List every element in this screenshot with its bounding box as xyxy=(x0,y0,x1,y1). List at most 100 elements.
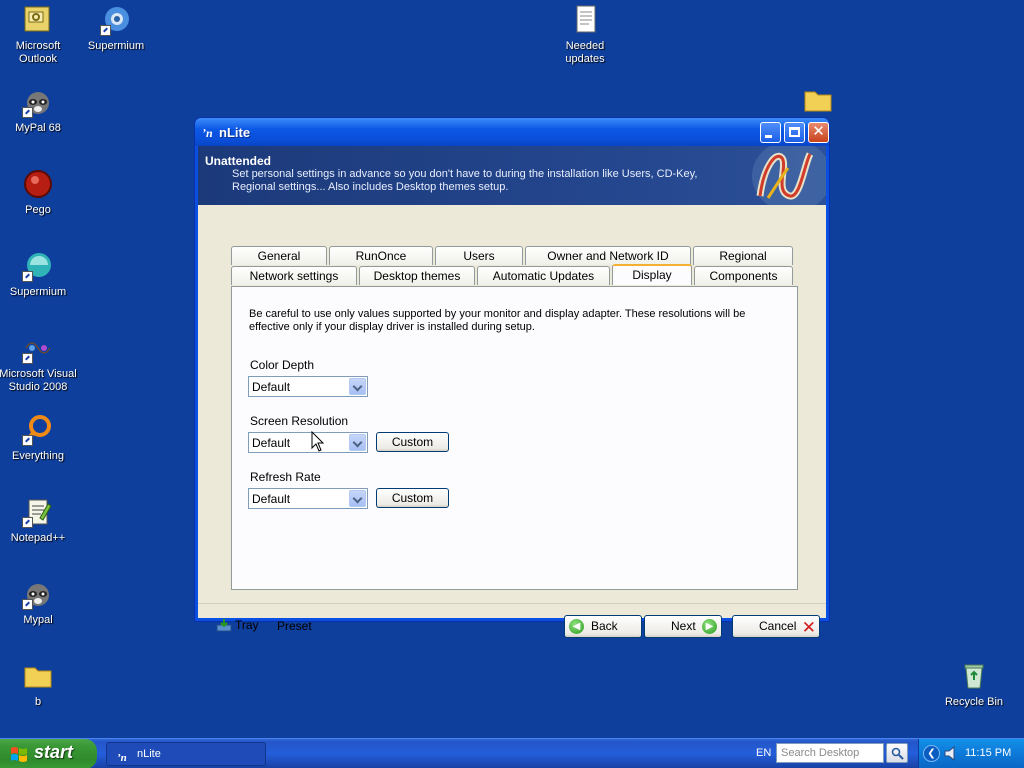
desktop-icon-mypal68[interactable]: MyPal 68 xyxy=(0,86,78,135)
desktop-icon-everything[interactable]: Everything xyxy=(0,414,78,463)
tab-regional[interactable]: Regional xyxy=(693,246,793,265)
minimize-button[interactable] xyxy=(760,122,781,143)
start-label: start xyxy=(34,742,74,762)
taskbar-button-nlite[interactable]: ʼn nLite xyxy=(106,742,266,766)
mouse-cursor-icon xyxy=(311,431,325,452)
tab-users[interactable]: Users xyxy=(435,246,523,265)
cancel-button[interactable]: Cancel ✕ xyxy=(732,615,820,638)
back-button[interactable]: ◀ Back xyxy=(564,615,642,638)
desktop-icon-label: Notepad++ xyxy=(10,532,66,544)
back-label: Back xyxy=(591,619,618,633)
chevron-down-icon[interactable] xyxy=(349,434,366,451)
page-header: Unattended Set personal settings in adva… xyxy=(198,146,826,205)
notepad-plus-plus-icon xyxy=(22,496,54,528)
refresh-rate-select[interactable]: Default xyxy=(248,488,368,509)
raccoon-icon xyxy=(22,86,54,118)
taskbar-button-label: nLite xyxy=(137,748,161,760)
screen-resolution-value: Default xyxy=(252,436,291,450)
back-arrow-icon: ◀ xyxy=(569,619,584,634)
desktop-icon-folder-b[interactable]: b xyxy=(0,660,78,709)
minimize-icon xyxy=(765,135,772,138)
screen-resolution-custom-button[interactable]: Custom xyxy=(376,432,449,452)
desktop-icon-label: Microsoft Visual Studio 2008 xyxy=(0,368,77,393)
display-notice: Be careful to use only values supported … xyxy=(249,308,746,333)
window-client: Unattended Set personal settings in adva… xyxy=(198,146,826,638)
next-label: Next xyxy=(671,619,696,633)
search-desktop-input[interactable]: Search Desktop xyxy=(776,743,884,763)
speaker-icon[interactable] xyxy=(944,746,958,761)
next-arrow-icon: ▶ xyxy=(702,619,717,634)
tray-icon xyxy=(216,619,232,632)
tab-runonce[interactable]: RunOnce xyxy=(329,246,433,265)
tab-automatic-updates[interactable]: Automatic Updates xyxy=(477,266,610,285)
cancel-label: Cancel xyxy=(759,619,797,633)
nlite-app-icon: ʼn xyxy=(117,752,127,764)
desktop-icon-visual-studio[interactable]: Microsoft Visual Studio 2008 xyxy=(0,332,78,394)
next-button[interactable]: Next ▶ xyxy=(644,615,722,638)
desktop-icon-label: Everything xyxy=(12,450,64,462)
desktop-icon-label: Recycle Bin xyxy=(944,696,1004,708)
desktop-icon-label: Needed updates xyxy=(565,40,605,65)
desktop-icon-label: Pego xyxy=(25,204,51,216)
screen-resolution-select[interactable]: Default xyxy=(248,432,368,453)
maximize-icon xyxy=(789,127,800,137)
document-icon xyxy=(569,4,601,36)
chevron-left-icon[interactable]: ❮ xyxy=(923,745,940,762)
desktop-icon-label: MyPal 68 xyxy=(15,122,61,134)
window-title: nLite xyxy=(219,125,251,140)
start-button[interactable]: start xyxy=(0,739,97,768)
folder-icon xyxy=(802,84,834,116)
taskbar: start ʼn nLite EN Search Desktop ❮ 11:15… xyxy=(0,738,1024,768)
clock: 11:15 PM xyxy=(965,747,1012,759)
tab-general[interactable]: General xyxy=(231,246,327,265)
refresh-rate-value: Default xyxy=(252,492,291,506)
tab-desktop-themes[interactable]: Desktop themes xyxy=(359,266,475,285)
chevron-down-icon[interactable] xyxy=(349,490,366,507)
tab-display[interactable]: Display xyxy=(612,264,692,285)
desktop-icon-label: Supermium xyxy=(87,40,145,52)
screen-resolution-label: Screen Resolution xyxy=(250,414,349,428)
color-depth-label: Color Depth xyxy=(250,358,315,372)
supermium-icon xyxy=(100,4,132,36)
maximize-button[interactable] xyxy=(784,122,805,143)
chevron-down-icon[interactable] xyxy=(349,378,366,395)
color-depth-select[interactable]: Default xyxy=(248,376,368,397)
outlook-icon xyxy=(22,4,54,36)
cancel-x-icon: ✕ xyxy=(801,618,816,637)
tray-label: Tray xyxy=(235,618,259,632)
language-indicator[interactable]: EN xyxy=(756,747,771,759)
preset-link[interactable]: Preset xyxy=(277,619,312,633)
desktop-icon-folder[interactable] xyxy=(778,84,858,120)
nlite-logo-icon xyxy=(752,146,826,205)
desktop-icon-label: b xyxy=(34,696,42,708)
close-icon: ✕ xyxy=(812,123,825,140)
desktop-icon-notepadpp[interactable]: Notepad++ xyxy=(0,496,78,545)
search-icon xyxy=(891,747,904,760)
folder-icon xyxy=(22,660,54,692)
close-button[interactable]: ✕ xyxy=(808,122,829,143)
tab-owner-network-id[interactable]: Owner and Network ID xyxy=(525,246,691,265)
desktop-icon-supermium-2[interactable]: Supermium xyxy=(0,250,78,299)
tray-link[interactable]: Tray xyxy=(216,618,259,632)
desktop-icon-needed-updates[interactable]: Needed updates xyxy=(545,4,625,66)
refresh-rate-custom-button[interactable]: Custom xyxy=(376,488,449,508)
nlite-app-icon: ʼn xyxy=(202,126,213,140)
desktop-icon-pego[interactable]: Pego xyxy=(0,168,78,217)
windows-logo-icon xyxy=(11,747,27,762)
wizard-footer: Tray Preset ◀ Back Next ▶ Cancel ✕ xyxy=(198,603,826,648)
tab-components[interactable]: Components xyxy=(694,266,793,285)
pego-icon xyxy=(22,168,54,200)
everything-icon xyxy=(22,414,54,446)
desktop-icon-recycle-bin[interactable]: Recycle Bin xyxy=(934,660,1014,709)
page-description: Set personal settings in advance so you … xyxy=(232,168,698,193)
title-bar[interactable]: ʼn nLite ✕ xyxy=(195,118,829,146)
desktop-icon-outlook[interactable]: Microsoft Outlook xyxy=(0,4,78,66)
desktop-icon-label: Mypal xyxy=(23,614,53,626)
desktop-icon-supermium[interactable]: Supermium xyxy=(76,4,156,53)
display-tab-panel: Be careful to use only values supported … xyxy=(231,286,798,590)
tab-network-settings[interactable]: Network settings xyxy=(231,266,357,285)
system-tray: ❮ 11:15 PM xyxy=(918,739,1024,768)
desktop-icon-mypal[interactable]: Mypal xyxy=(0,578,78,627)
desktop-icon-label: Supermium xyxy=(9,286,67,298)
search-go-button[interactable] xyxy=(886,743,908,763)
